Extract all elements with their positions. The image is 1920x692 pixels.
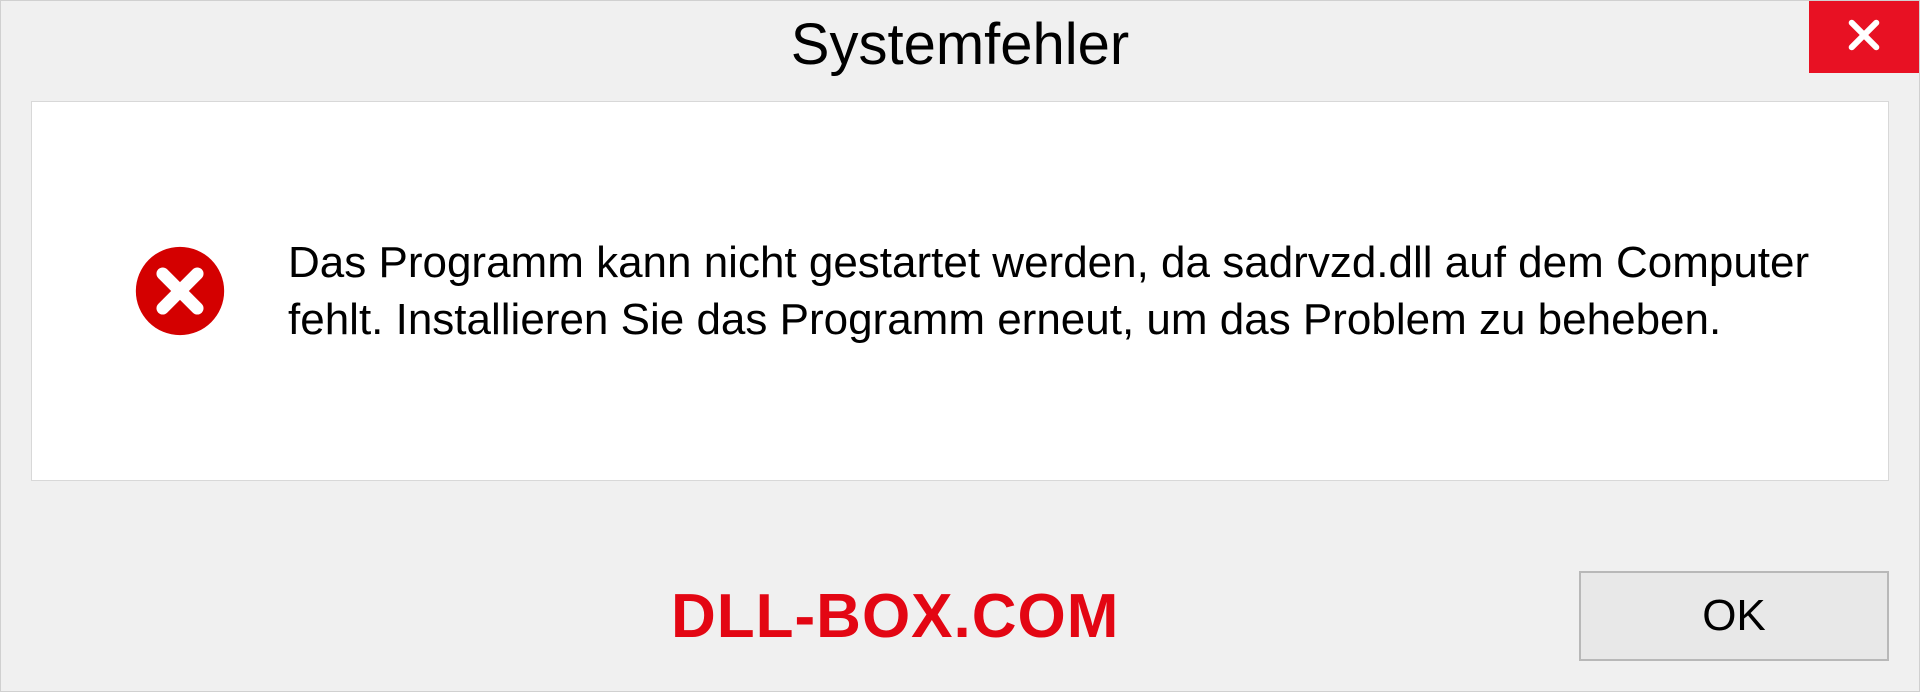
content-panel: Das Programm kann nicht gestartet werden… [31,101,1889,481]
titlebar: Systemfehler [1,1,1919,91]
close-icon [1843,14,1885,61]
error-icon [132,243,228,339]
watermark-text: DLL-BOX.COM [671,581,1119,652]
error-message: Das Programm kann nicht gestartet werden… [288,234,1828,348]
error-dialog: Systemfehler Das Programm kann nicht ges… [0,0,1920,692]
footer: DLL-BOX.COM OK [31,571,1889,661]
close-button[interactable] [1809,1,1919,73]
ok-button[interactable]: OK [1579,571,1889,661]
dialog-title: Systemfehler [791,11,1129,78]
